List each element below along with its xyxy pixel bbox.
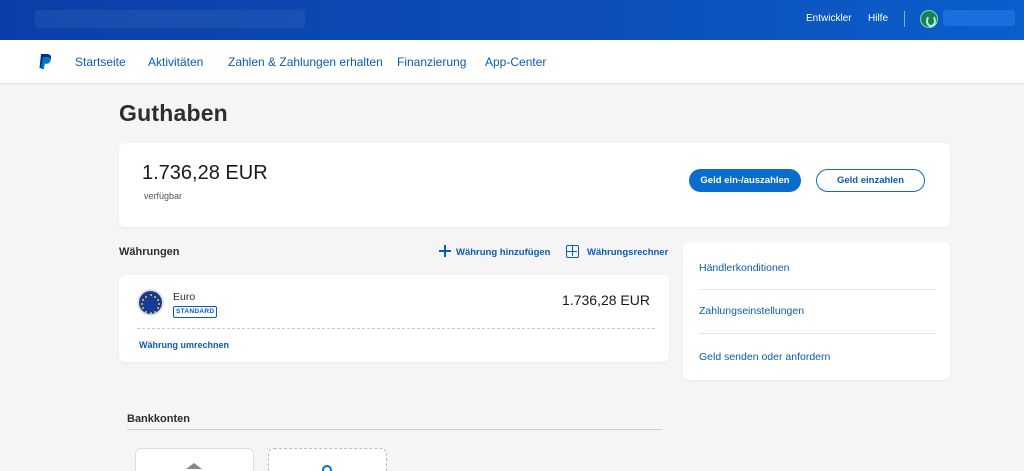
currencies-heading: Währungen [119,246,180,258]
currency-name: Euro [173,291,196,303]
username-blurred[interactable] [943,10,1015,26]
balance-amount: 1.736,28 EUR [142,162,268,184]
currency-calculator-link[interactable]: Währungsrechner [587,247,668,258]
plus-icon[interactable] [439,245,451,257]
payment-settings-link[interactable]: Zahlungseinstellungen [699,305,804,317]
nav-item-activities[interactable]: Aktivitäten [148,55,203,69]
add-bank-account-tile[interactable] [268,448,387,471]
add-icon [322,465,332,471]
currency-amount: 1.736,28 EUR [562,292,650,308]
developer-link[interactable]: Entwickler [806,13,852,24]
page-title: Guthaben [119,100,228,126]
nav-item-app-center[interactable]: App-Center [485,55,546,69]
balance-card: 1.736,28 EUR verfügbar Geld ein-/auszahl… [119,143,950,227]
nav-item-financing[interactable]: Finanzierung [397,55,466,69]
bank-accounts-heading: Bankkonten [127,413,190,425]
divider [137,328,655,329]
main-nav: Startseite Aktivitäten Zahlen & Zahlunge… [0,40,1024,84]
bank-icon [186,463,202,471]
eu-flag-icon [137,289,164,316]
nav-item-payments[interactable]: Zahlen & Zahlungen erhalten [228,55,383,69]
divider [699,333,936,334]
nav-item-home[interactable]: Startseite [75,55,126,69]
help-link[interactable]: Hilfe [868,13,888,24]
calculator-icon[interactable] [566,245,579,258]
avatar[interactable] [920,10,938,28]
deposit-button[interactable]: Geld einzahlen [816,169,925,192]
balance-subtitle: verfügbar [144,191,183,201]
withdraw-deposit-button[interactable]: Geld ein-/auszahlen [689,169,801,192]
merchant-fees-link[interactable]: Händlerkonditionen [699,262,789,274]
paypal-logo-icon[interactable] [36,53,54,71]
bank-account-tile[interactable] [135,448,254,471]
divider [699,289,936,290]
send-request-money-link[interactable]: Geld senden oder anfordern [699,351,830,363]
standard-badge: STANDARD [173,306,218,318]
currency-card: Euro STANDARD 1.736,28 EUR Währung umrec… [119,275,669,362]
divider [127,429,662,430]
add-currency-link[interactable]: Währung hinzufügen [456,247,550,258]
top-bar-blurred-area [35,10,305,28]
convert-currency-link[interactable]: Währung umrechnen [139,340,229,350]
top-bar-divider [904,11,905,27]
side-links-card: Händlerkonditionen Zahlungseinstellungen… [683,242,950,380]
top-bar: Entwickler Hilfe [0,0,1024,40]
